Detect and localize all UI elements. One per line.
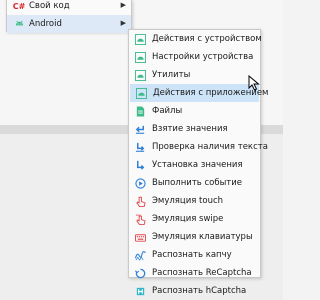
recaptcha-icon [133,266,147,280]
submenu-item-get-value[interactable]: Взятие значения [129,120,260,138]
touch-icon [133,194,147,208]
submenu-item-utilities[interactable]: Утилиты [129,66,260,84]
submenu-item-label: Распознать hCaptcha [152,286,247,296]
submenu-item-swipe-emulation[interactable]: Эмуляция swipe [129,210,260,228]
android-device-icon [133,32,147,46]
check-text-icon [133,140,147,154]
android-icon [12,17,26,31]
submenu-item-label: Выполнить событие [152,178,243,188]
set-value-icon [133,158,147,172]
parent-context-menu: C# Свой код ▶ Android ▶ [6,0,132,33]
submenu-item-label: Взятие значения [152,124,228,134]
submenu-item-label: Распознать капчу [152,250,232,260]
submenu-item-hcaptcha[interactable]: Распознать hCaptcha [129,282,260,300]
android-submenu: Действия с устройством Настройки устройс… [128,29,268,296]
get-value-icon [133,122,147,136]
submenu-item-device-settings[interactable]: Настройки устройства [129,48,260,66]
swipe-icon [133,212,147,226]
submenu-item-touch-emulation[interactable]: Эмуляция touch [129,192,260,210]
submenu-item-execute-event[interactable]: Выполнить событие [129,174,260,192]
submenu-item-label: Эмуляция swipe [152,214,224,224]
submenu-arrow-icon: ▶ [120,19,126,27]
mouse-cursor-icon [248,75,260,91]
captcha-icon [133,248,147,262]
submenu-item-label: Эмуляция touch [152,196,224,206]
execute-event-icon [133,176,147,190]
submenu-item-label: Проверка наличия текста [152,142,268,152]
submenu-item-recaptcha[interactable]: Распознать ReCaptcha [129,264,260,282]
keyboard-icon [133,230,147,244]
submenu-item-keyboard-emulation[interactable]: Эмуляция клавиатуры [129,228,260,246]
submenu-arrow-icon: ▶ [120,1,126,9]
file-icon [133,104,147,118]
csharp-icon: C# [12,1,26,11]
submenu-item-label: Распознать ReCaptcha [152,268,252,278]
submenu-item-check-text[interactable]: Проверка наличия текста [129,138,268,156]
submenu-item-files[interactable]: Файлы [129,102,260,120]
submenu-item-label: Настройки устройства [152,52,254,62]
hcaptcha-icon [133,284,147,298]
menu-item-label: Android [29,19,62,29]
submenu-item-app-actions[interactable]: Действия с приложением [130,84,268,102]
submenu-item-device-actions[interactable]: Действия с устройством [129,30,262,48]
submenu-item-label: Файлы [152,106,183,116]
android-settings-icon [133,50,147,64]
android-utilities-icon [133,68,147,82]
submenu-item-label: Эмуляция клавиатуры [152,232,253,242]
submenu-item-label: Утилиты [152,70,191,80]
menu-item-custom-code[interactable]: C# Свой код ▶ [7,0,131,15]
android-app-icon [134,86,148,100]
submenu-item-captcha[interactable]: Распознать капчу [129,246,260,264]
menu-item-android[interactable]: Android ▶ [7,15,131,33]
submenu-item-set-value[interactable]: Установка значения [129,156,260,174]
submenu-item-label: Установка значения [152,160,243,170]
menu-item-label: Свой код [29,1,70,11]
submenu-item-label: Действия с устройством [152,34,262,44]
